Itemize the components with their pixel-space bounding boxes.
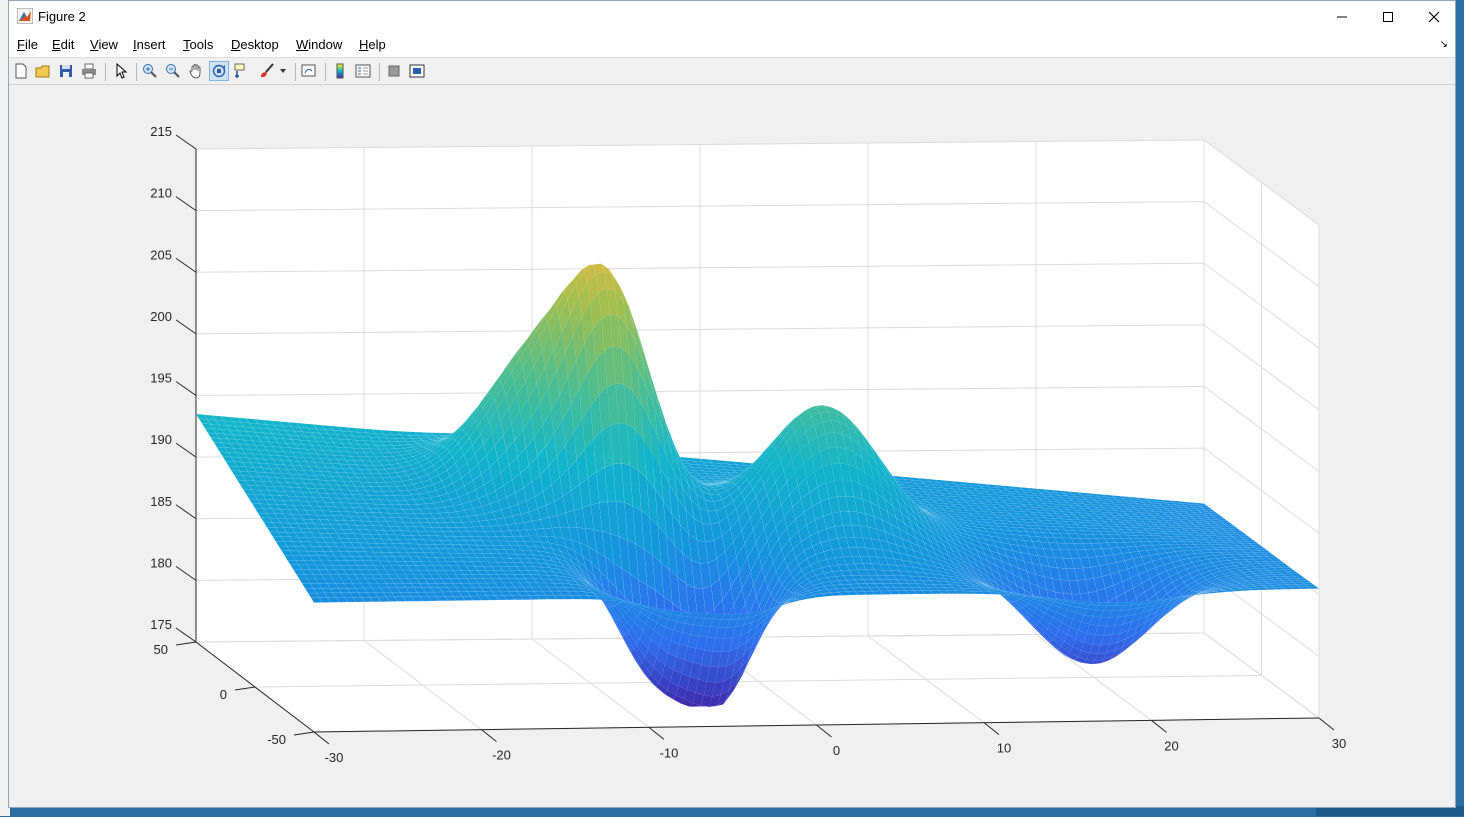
x-tick-label: 20	[1164, 738, 1178, 753]
z-tick-label: 180	[150, 555, 172, 570]
x-tick-mark	[817, 725, 832, 737]
z-tick-mark	[176, 566, 196, 580]
z-tick-mark	[176, 628, 196, 642]
z-tick-mark	[176, 135, 196, 149]
x-tick-label: 10	[997, 741, 1011, 756]
y-tick-mark	[176, 642, 196, 645]
z-tick-mark	[176, 505, 196, 519]
x-tick-label: 30	[1332, 736, 1346, 751]
y-tick-mark	[294, 732, 314, 735]
y-tick-label: 50	[154, 642, 168, 657]
z-tick-mark	[176, 443, 196, 457]
x-tick-mark	[649, 727, 664, 739]
z-tick-label: 195	[150, 371, 172, 386]
x-tick-mark	[482, 730, 497, 742]
x-tick-label: -10	[660, 745, 679, 760]
z-tick-label: 205	[150, 247, 172, 262]
z-tick-label: 215	[150, 124, 172, 139]
x-tick-mark	[984, 723, 999, 735]
figure-window: Figure 2 File Edit View Insert Tools Des…	[8, 0, 1456, 808]
z-tick-mark	[176, 258, 196, 272]
z-tick-label: 200	[150, 309, 172, 324]
z-tick-mark	[176, 197, 196, 211]
y-tick-mark	[235, 687, 255, 690]
x-tick-mark	[1319, 718, 1334, 730]
x-tick-mark	[1152, 720, 1167, 732]
z-tick-label: 210	[150, 186, 172, 201]
x-tick-mark	[314, 732, 329, 744]
x-tick-label: 0	[833, 743, 840, 758]
x-tick-label: -20	[492, 748, 511, 763]
y-tick-label: -50	[267, 732, 286, 747]
x-tick-label: -30	[325, 750, 344, 765]
z-tick-label: 185	[150, 494, 172, 509]
y-tick-label: 0	[220, 687, 227, 702]
plot-area[interactable]: 215210205200195190185180175-50050-30-20-…	[9, 85, 1455, 807]
surface-plot[interactable]: 215210205200195190185180175-50050-30-20-…	[1, 1, 1464, 817]
z-tick-label: 190	[150, 432, 172, 447]
floor-plane	[196, 633, 1319, 732]
z-tick-mark	[176, 382, 196, 396]
z-tick-label: 175	[150, 617, 172, 632]
z-tick-mark	[176, 320, 196, 334]
